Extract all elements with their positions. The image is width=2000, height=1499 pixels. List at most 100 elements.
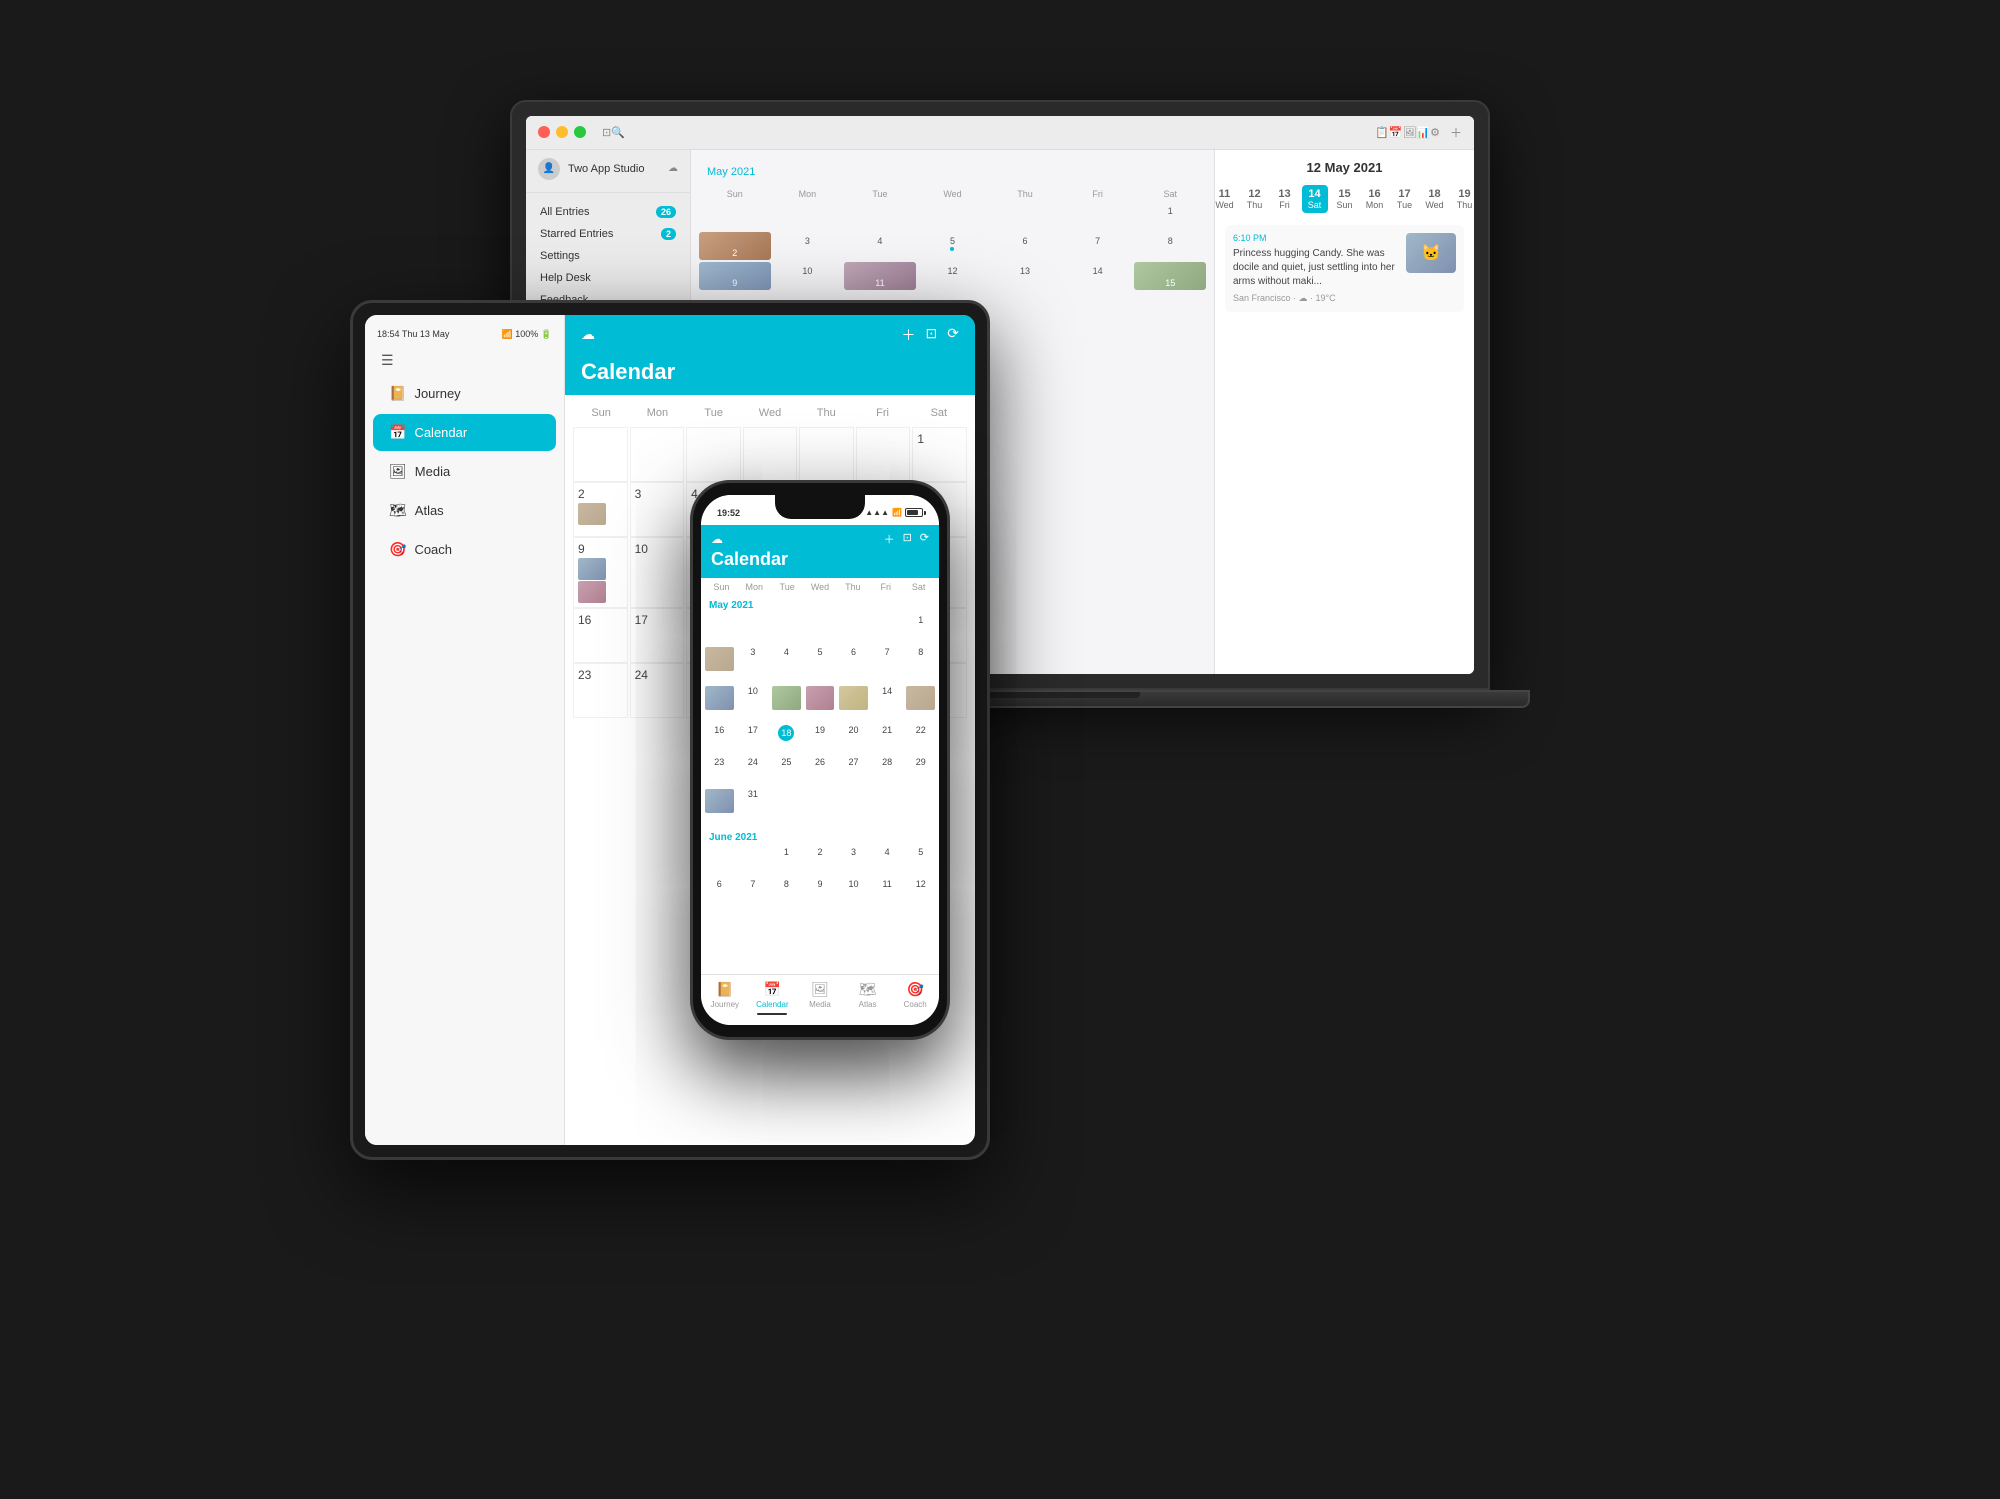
cloud-sync-icon[interactable]: ☁: [668, 163, 678, 174]
phone-jun-7[interactable]: 7: [737, 877, 770, 909]
phone-jun-3[interactable]: 3: [837, 845, 870, 877]
date-chip-17[interactable]: 17Tue: [1392, 185, 1418, 213]
phone-day-12[interactable]: 12: [804, 684, 837, 723]
ipad-day-empty[interactable]: [686, 427, 741, 482]
phone-day-9[interactable]: 9: [703, 684, 736, 723]
phone-tab-calendar[interactable]: 📅 Calendar: [749, 979, 797, 1017]
cal-day-14[interactable]: 14: [1062, 262, 1134, 290]
cal-day-9[interactable]: 9: [699, 262, 771, 290]
cal-day[interactable]: [989, 202, 1061, 230]
mac-entry-card[interactable]: 🐱 6:10 PM Princess hugging Candy. She wa…: [1225, 225, 1464, 312]
phone-day-empty[interactable]: [804, 613, 837, 645]
phone-day-19[interactable]: 19: [804, 723, 837, 755]
date-chip-19[interactable]: 19Thu: [1452, 185, 1475, 213]
cal-day-1[interactable]: 1: [1134, 202, 1206, 230]
phone-day-23[interactable]: 23: [703, 755, 736, 787]
ipad-day-24[interactable]: 24: [630, 663, 685, 718]
phone-day-6[interactable]: 6: [837, 645, 870, 684]
ipad-day-23[interactable]: 23: [573, 663, 628, 718]
ipad-day-3[interactable]: 3: [630, 482, 685, 537]
cal-day-13[interactable]: 13: [989, 262, 1061, 290]
date-chip-13[interactable]: 13Fri: [1272, 185, 1298, 213]
phone-day-28[interactable]: 28: [871, 755, 904, 787]
cal-day[interactable]: [844, 202, 916, 230]
phone-day-11[interactable]: 11: [770, 684, 803, 723]
phone-day-14[interactable]: 14: [871, 684, 904, 723]
phone-jun-2[interactable]: 2: [804, 845, 837, 877]
phone-jun-8[interactable]: 8: [770, 877, 803, 909]
ipad-sidebar-toggle[interactable]: ☰: [365, 344, 564, 373]
ipad-nav-media[interactable]: 🖼 Media: [373, 453, 556, 490]
cal-day[interactable]: [699, 202, 771, 230]
mac-add-button[interactable]: ＋: [1450, 124, 1462, 141]
date-chip-16[interactable]: 16Mon: [1362, 185, 1388, 213]
mac-icon-3[interactable]: 📅: [1389, 126, 1403, 139]
phone-day-empty[interactable]: [770, 613, 803, 645]
sidebar-item-all-entries[interactable]: All Entries 26: [526, 201, 690, 223]
sidebar-item-settings[interactable]: Settings: [526, 245, 690, 267]
cal-day-5[interactable]: 5: [917, 232, 989, 260]
phone-day-10[interactable]: 10: [737, 684, 770, 723]
date-chip-18[interactable]: 18Wed: [1422, 185, 1448, 213]
date-chip-12[interactable]: 12Thu: [1242, 185, 1268, 213]
ipad-nav-journey[interactable]: 📔 Journey: [373, 375, 556, 412]
close-button[interactable]: [538, 126, 550, 138]
phone-day-25[interactable]: 25: [770, 755, 803, 787]
phone-day-4[interactable]: 4: [770, 645, 803, 684]
ipad-day-16[interactable]: 16: [573, 608, 628, 663]
date-chip-14[interactable]: 14Sat: [1302, 185, 1328, 213]
ipad-day-9[interactable]: 9: [573, 537, 628, 608]
mac-icon-6[interactable]: ⚙: [1430, 126, 1440, 139]
phone-day-empty[interactable]: [837, 613, 870, 645]
cal-day-6[interactable]: 6: [989, 232, 1061, 260]
phone-day-8[interactable]: 8: [904, 645, 937, 684]
cal-day[interactable]: [772, 202, 844, 230]
phone-day-13[interactable]: 13: [837, 684, 870, 723]
cal-day-15[interactable]: 15: [1134, 262, 1206, 290]
phone-tab-atlas[interactable]: 🗺 Atlas: [844, 979, 892, 1017]
maximize-button[interactable]: [574, 126, 586, 138]
phone-jun-5[interactable]: 5: [904, 845, 937, 877]
phone-day-17[interactable]: 17: [737, 723, 770, 755]
mac-icon-2[interactable]: 📋: [1375, 126, 1389, 139]
phone-day-24[interactable]: 24: [737, 755, 770, 787]
mac-toolbar-icon-1[interactable]: ⊡: [602, 126, 611, 139]
cal-day[interactable]: [917, 202, 989, 230]
phone-cloud-icon[interactable]: ☁: [711, 532, 723, 546]
ipad-day-10[interactable]: 10: [630, 537, 685, 608]
cal-day-8[interactable]: 8: [1134, 232, 1206, 260]
phone-day-27[interactable]: 27: [837, 755, 870, 787]
date-chip-11[interactable]: 11Wed: [1214, 185, 1238, 213]
phone-day-empty[interactable]: [737, 613, 770, 645]
cal-day-7[interactable]: 7: [1062, 232, 1134, 260]
ipad-day-empty[interactable]: [573, 427, 628, 482]
phone-day-3[interactable]: 3: [737, 645, 770, 684]
phone-jun-6[interactable]: 6: [703, 877, 736, 909]
phone-tab-media[interactable]: 🖼 Media: [796, 979, 844, 1017]
phone-layout-icon[interactable]: ⊡: [903, 531, 912, 547]
phone-tab-coach[interactable]: 🎯 Coach: [891, 979, 939, 1017]
ipad-nav-atlas[interactable]: 🗺 Atlas: [373, 492, 556, 529]
phone-day-30[interactable]: 30: [703, 787, 736, 826]
sidebar-item-help-desk[interactable]: Help Desk: [526, 267, 690, 289]
phone-day-31[interactable]: 31: [737, 787, 770, 826]
ipad-nav-coach[interactable]: 🎯 Coach: [373, 531, 556, 568]
sidebar-item-starred-entries[interactable]: Starred Entries 2: [526, 223, 690, 245]
phone-jun-4[interactable]: 4: [871, 845, 904, 877]
date-chip-15[interactable]: 15Sun: [1332, 185, 1358, 213]
ipad-layout-icon[interactable]: ⊡: [926, 325, 938, 345]
phone-day-29[interactable]: 29: [904, 755, 937, 787]
mac-search-icon[interactable]: 🔍: [611, 126, 625, 139]
phone-day-7[interactable]: 7: [871, 645, 904, 684]
phone-jun-1[interactable]: 1: [770, 845, 803, 877]
ipad-day-2[interactable]: 2: [573, 482, 628, 537]
phone-day-15[interactable]: 15: [904, 684, 937, 723]
ipad-day-empty[interactable]: [799, 427, 854, 482]
ipad-cloud-icon[interactable]: ☁: [581, 326, 595, 343]
phone-add-icon[interactable]: ＋: [884, 531, 895, 547]
phone-tab-journey[interactable]: 📔 Journey: [701, 979, 749, 1017]
phone-jun-9[interactable]: 9: [804, 877, 837, 909]
phone-jun-11[interactable]: 11: [871, 877, 904, 909]
ipad-day-17[interactable]: 17: [630, 608, 685, 663]
phone-day-empty[interactable]: [703, 613, 736, 645]
